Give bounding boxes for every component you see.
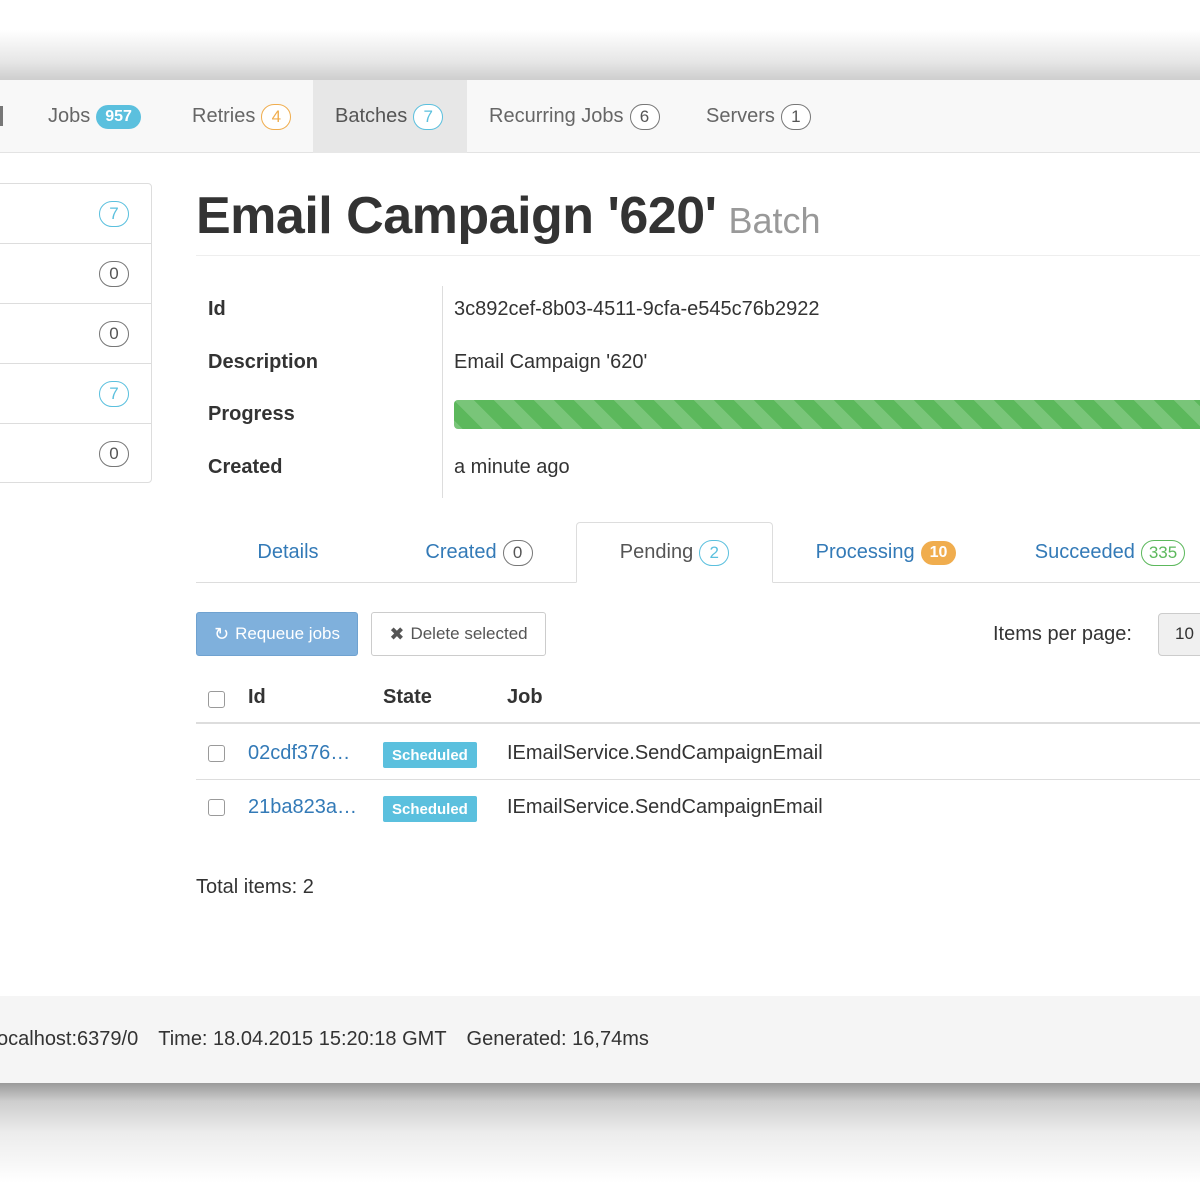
items-per-page-label: Items per page: [993,623,1132,645]
delete-selected-label: Delete selected [410,624,528,643]
nav-item-recurring-jobs[interactable]: Recurring Jobs 6 [467,80,682,153]
nav-item-label: Retries [192,105,256,127]
nav-item-batches[interactable]: Batches 7 [313,80,467,153]
sidebar-item[interactable]: 0 [0,424,151,484]
generated-time-text: Generated: 16,74ms [466,1028,649,1050]
tab-created[interactable]: Created 0 [382,522,576,583]
batch-details: Id 3c892cef-8b03-4511-9cfa-e545c76b2922 … [196,286,1200,498]
details-label: Description [208,351,319,373]
table-row: 02cdf376… Scheduled IEmailService.SendCa… [196,726,1200,780]
requeue-jobs-button[interactable]: ↻ Requeue jobs [196,612,358,656]
tab-count-badge: 335 [1140,539,1186,566]
tab-succeeded[interactable]: Succeeded 335 [1000,522,1200,583]
navbar-edge-divider [0,106,3,126]
details-label: Created [208,456,283,478]
job-method: IEmailService.SendCampaignEmail [507,742,823,764]
nav-item-label: Recurring Jobs [489,105,624,127]
sidebar-count-badge: 7 [99,380,129,407]
top-navbar: Jobs 957 Retries 4 Batches 7 Recurring J… [0,80,1200,153]
tab-count-badge: 2 [699,539,730,566]
tab-count-badge: 10 [920,540,957,565]
retries-count-badge: 4 [261,103,292,130]
page-footer: ocalhost:6379/0 Time: 18.04.2015 15:20:1… [0,996,1200,1083]
tab-label: Pending [619,541,694,563]
state-badge: Scheduled [383,796,477,822]
page-subtitle: Batch [728,200,821,241]
batch-description-value: Email Campaign '620' [454,351,648,373]
batch-created-value: a minute ago [454,456,570,478]
batches-count-badge: 7 [413,103,444,130]
jobs-table-header: Id State Job [196,678,1200,724]
details-label: Id [208,298,226,320]
details-row-description: Description Email Campaign '620' [196,351,1200,381]
select-all-checkbox[interactable] [208,691,225,708]
jobs-count-badge: 957 [96,104,141,129]
batch-id-value: 3c892cef-8b03-4511-9cfa-e545c76b2922 [454,298,820,320]
tab-label: Created [425,541,497,563]
redis-connection-text: ocalhost:6379/0 [0,1028,139,1050]
details-row-progress: Progress [196,400,1200,433]
nav-item-label: Jobs [48,105,91,127]
sidebar-count-badge: 0 [99,441,129,467]
server-time-text: Time: 18.04.2015 15:20:18 GMT [158,1028,447,1050]
sidebar-count-badge: 0 [99,260,129,287]
tab-processing[interactable]: Processing 10 [776,522,996,583]
page-title: Email Campaign '620' [196,187,717,245]
tab-details[interactable]: Details [196,522,380,583]
row-checkbox[interactable] [208,745,225,762]
sidebar-item[interactable]: 7 [0,364,151,424]
batch-progress-bar [454,400,1200,429]
nav-item-retries[interactable]: Retries 4 [170,80,313,153]
details-row-created: Created a minute ago [196,456,1200,486]
batch-tabs: Details Created 0 Pending 2 Processing 1… [196,522,1200,583]
sidebar-count-badge: 0 [99,320,129,347]
items-per-page-select[interactable]: 10 [1158,613,1200,656]
nav-item-servers[interactable]: Servers 1 [684,80,833,153]
close-icon: ✖ [389,623,405,644]
nav-item-label: Batches [335,105,408,127]
batch-state-sidebar: 7 0 0 7 0 [0,183,152,483]
tab-pending[interactable]: Pending 2 [576,522,773,583]
tab-label: Processing [815,541,915,563]
column-header-state: State [383,686,432,708]
tab-label: Details [257,541,319,563]
job-id-link[interactable]: 02cdf376… [248,742,350,765]
sidebar-count-badge: 7 [99,200,129,227]
details-row-id: Id 3c892cef-8b03-4511-9cfa-e545c76b2922 [196,298,1200,328]
table-row: 21ba823a… Scheduled IEmailService.SendCa… [196,780,1200,834]
column-header-job: Job [507,686,543,708]
row-checkbox[interactable] [208,799,225,816]
sidebar-item[interactable]: 0 [0,304,151,364]
sidebar-item[interactable]: 0 [0,244,151,304]
tab-count-badge: 0 [502,539,533,566]
column-header-id: Id [248,686,266,708]
dashboard-window: Jobs 957 Retries 4 Batches 7 Recurring J… [0,80,1200,1083]
job-id-link[interactable]: 21ba823a… [248,796,357,819]
tab-label: Succeeded [1034,541,1135,563]
delete-selected-button[interactable]: ✖ Delete selected [371,612,546,656]
window-top-shadow [0,0,1200,80]
nav-item-jobs[interactable]: Jobs 957 [26,80,163,153]
window-bottom-shadow [0,1083,1200,1200]
refresh-icon: ↻ [213,623,230,644]
sidebar-item[interactable]: 7 [0,184,151,244]
servers-count-badge: 1 [780,103,811,130]
recurring-jobs-count-badge: 6 [629,103,660,130]
nav-item-label: Servers [706,105,775,127]
state-badge: Scheduled [383,742,477,768]
page-header: Email Campaign '620' Batch [196,186,1200,256]
requeue-jobs-label: Requeue jobs [235,624,340,643]
total-items-text: Total items: 2 [196,876,314,898]
details-label: Progress [208,403,295,425]
job-method: IEmailService.SendCampaignEmail [507,796,823,818]
